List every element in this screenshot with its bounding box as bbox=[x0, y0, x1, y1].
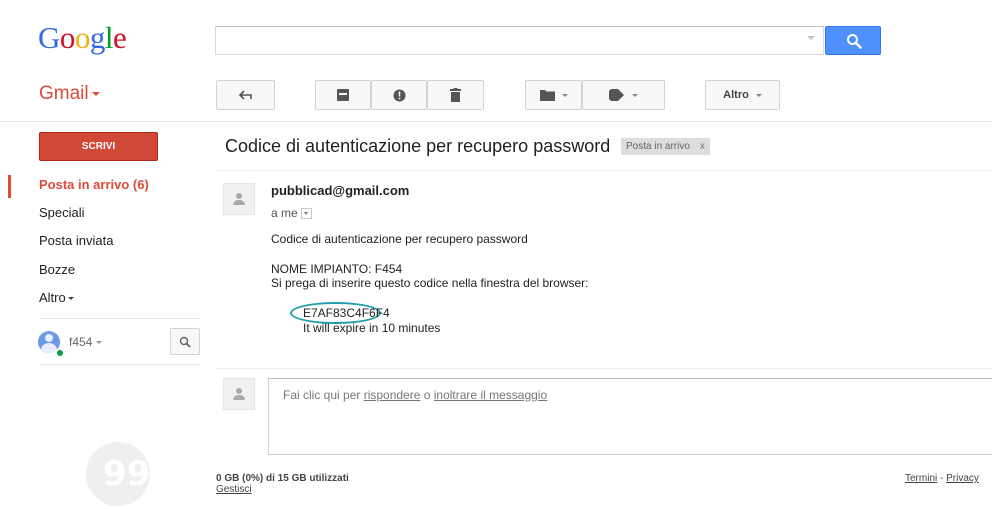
nav-item-drafts[interactable]: Bozze bbox=[39, 262, 75, 277]
nav-divider bbox=[39, 318, 200, 319]
online-status-icon bbox=[55, 348, 65, 358]
compose-button[interactable]: SCRIVI bbox=[39, 132, 158, 161]
storage-usage: 0 GB (0%) di 15 GB utilizzati bbox=[216, 473, 349, 484]
reply-link[interactable]: rispondere bbox=[364, 388, 421, 402]
footer-links: Termini - Privacy bbox=[905, 473, 979, 484]
label-chip-text: Posta in arrivo bbox=[626, 141, 690, 152]
logo-letter: l bbox=[104, 20, 114, 55]
search-icon bbox=[847, 34, 862, 49]
hangouts-icon[interactable]: 99 bbox=[86, 442, 150, 506]
logo-letter: G bbox=[38, 20, 60, 55]
move-to-folder-icon bbox=[539, 90, 555, 101]
auth-code: E7AF83C4F6F4 bbox=[303, 306, 390, 320]
footer-separator: - bbox=[937, 473, 947, 484]
expire-note: It will expire in 10 minutes bbox=[303, 321, 441, 335]
remove-label-icon[interactable]: x bbox=[700, 141, 705, 152]
nav-item-starred[interactable]: Speciali bbox=[39, 205, 85, 220]
message-divider bbox=[216, 368, 992, 369]
trash-icon bbox=[450, 88, 461, 102]
move-to-button[interactable] bbox=[525, 80, 582, 110]
delete-button[interactable] bbox=[427, 80, 484, 110]
logo-letter: o bbox=[74, 20, 91, 55]
header-divider bbox=[0, 121, 992, 122]
user-name: f454 bbox=[69, 335, 93, 349]
forward-link[interactable]: inoltrare il messaggio bbox=[434, 388, 547, 402]
more-button[interactable]: Altro bbox=[705, 80, 780, 110]
labels-button[interactable] bbox=[582, 80, 665, 110]
inbox-label-chip[interactable]: Posta in arrivo x bbox=[621, 138, 710, 155]
recipient-label: a me bbox=[271, 206, 298, 220]
logo-letter: g bbox=[89, 20, 106, 55]
chat-divider bbox=[39, 364, 200, 365]
privacy-link[interactable]: Privacy bbox=[946, 473, 979, 484]
search-input[interactable] bbox=[215, 26, 824, 55]
sender-email[interactable]: pubblicad@gmail.com bbox=[271, 183, 409, 198]
chevron-down-icon bbox=[96, 341, 103, 345]
chevron-down-icon bbox=[755, 93, 762, 97]
body-line-3: Si prega di inserire questo codice nella… bbox=[271, 276, 589, 290]
active-nav-marker bbox=[8, 175, 11, 198]
search-options-chevron-icon[interactable] bbox=[807, 36, 815, 40]
label-tag-icon bbox=[609, 89, 624, 101]
hangouts-glyph: 99 bbox=[103, 454, 151, 494]
subject-divider bbox=[216, 170, 992, 171]
chevron-down-icon bbox=[67, 297, 74, 301]
chevron-down-icon bbox=[561, 93, 568, 97]
more-label: Altro bbox=[723, 89, 749, 101]
search-icon bbox=[179, 336, 191, 348]
report-spam-icon bbox=[393, 89, 405, 101]
reply-avatar bbox=[223, 378, 255, 410]
nav-item-inbox[interactable]: Posta in arrivo (6) bbox=[39, 177, 149, 192]
app-label: Gmail bbox=[39, 83, 89, 104]
back-button[interactable] bbox=[216, 80, 275, 110]
nav-item-more[interactable]: Altro bbox=[39, 290, 74, 305]
google-logo[interactable]: Google bbox=[38, 20, 127, 56]
manage-storage-link[interactable]: Gestisci bbox=[216, 484, 252, 495]
reply-prompt: Fai clic qui per rispondere o inoltrare … bbox=[283, 388, 547, 402]
show-details-chevron-icon[interactable] bbox=[300, 208, 312, 220]
people-search-button[interactable] bbox=[170, 328, 200, 355]
reply-middle: o bbox=[420, 388, 434, 402]
archive-icon bbox=[337, 89, 349, 101]
chevron-down-icon bbox=[91, 91, 100, 96]
back-arrow-icon bbox=[238, 90, 252, 100]
logo-letter: e bbox=[113, 20, 127, 55]
terms-link[interactable]: Termini bbox=[905, 473, 937, 484]
report-spam-button[interactable] bbox=[371, 80, 427, 110]
logo-letter: o bbox=[59, 20, 76, 55]
body-line-1: Codice di autenticazione per recupero pa… bbox=[271, 232, 528, 246]
gmail-app-menu[interactable]: Gmail bbox=[39, 83, 100, 105]
archive-button[interactable] bbox=[315, 80, 371, 110]
search-button[interactable] bbox=[825, 26, 881, 55]
reply-prefix: Fai clic qui per bbox=[283, 388, 364, 402]
sender-avatar bbox=[223, 183, 255, 215]
chat-user-menu[interactable]: f454 bbox=[69, 335, 103, 349]
body-line-2: NOME IMPIANTO: F454 bbox=[271, 262, 403, 276]
nav-more-label: Altro bbox=[39, 290, 66, 305]
nav-item-sent[interactable]: Posta inviata bbox=[39, 233, 113, 248]
recipient-line: a me bbox=[271, 206, 312, 220]
message-subject: Codice di autenticazione per recupero pa… bbox=[225, 136, 611, 156]
chevron-down-icon bbox=[632, 93, 638, 97]
